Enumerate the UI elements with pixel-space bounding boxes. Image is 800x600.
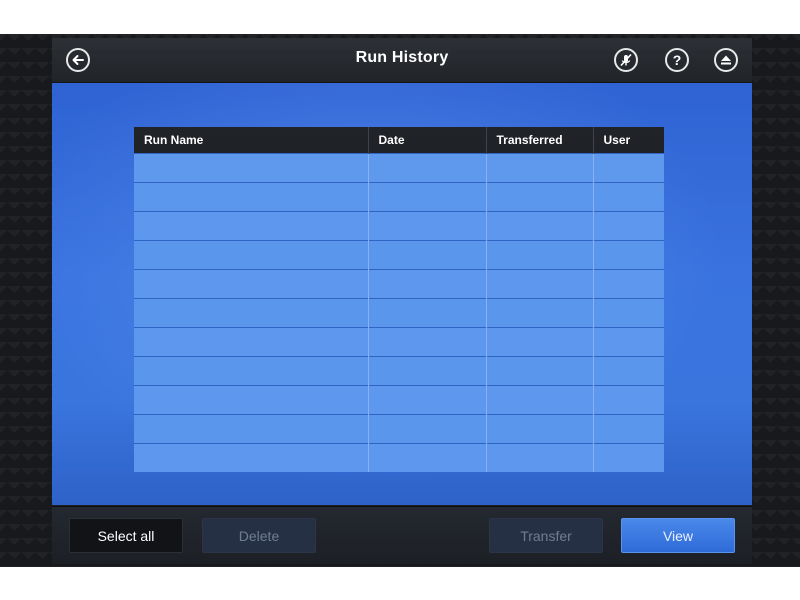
cell-user[interactable] <box>593 414 664 444</box>
cell-run-name[interactable] <box>134 443 369 472</box>
cell-transferred[interactable] <box>486 443 594 472</box>
view-button[interactable]: View <box>621 518 735 553</box>
cell-user[interactable] <box>593 327 664 357</box>
cell-user[interactable] <box>593 269 664 299</box>
table-row[interactable] <box>134 327 664 357</box>
mute-button[interactable] <box>614 48 638 72</box>
cell-transferred[interactable] <box>486 269 594 299</box>
eject-icon <box>721 55 731 65</box>
cell-transferred[interactable] <box>486 414 594 444</box>
cell-user[interactable] <box>593 443 664 472</box>
cell-user[interactable] <box>593 298 664 328</box>
cell-user[interactable] <box>593 240 664 270</box>
cell-run-name[interactable] <box>134 414 369 444</box>
help-button[interactable]: ? <box>665 48 689 72</box>
cell-run-name[interactable] <box>134 356 369 386</box>
column-header-run-name[interactable]: Run Name <box>134 127 369 154</box>
cell-transferred[interactable] <box>486 153 594 183</box>
eject-button[interactable] <box>714 48 738 72</box>
table-row[interactable] <box>134 356 664 386</box>
column-header-user[interactable]: User <box>593 127 664 154</box>
cell-run-name[interactable] <box>134 385 369 415</box>
delete-button[interactable]: Delete <box>202 518 316 553</box>
table-row[interactable] <box>134 298 664 328</box>
transfer-button[interactable]: Transfer <box>489 518 603 553</box>
cell-run-name[interactable] <box>134 240 369 270</box>
cell-run-name[interactable] <box>134 182 369 212</box>
cell-date[interactable] <box>368 327 487 357</box>
table-row[interactable] <box>134 414 664 444</box>
cell-date[interactable] <box>368 153 487 183</box>
cell-user[interactable] <box>593 356 664 386</box>
cell-user[interactable] <box>593 211 664 241</box>
help-icon: ? <box>672 52 682 68</box>
column-header-date[interactable]: Date <box>368 127 487 154</box>
content-area: Run Name Date Transferred User <box>52 83 752 505</box>
cell-transferred[interactable] <box>486 327 594 357</box>
cell-transferred[interactable] <box>486 356 594 386</box>
device-screen: Run History ? Run Name Date Transferred … <box>52 38 752 564</box>
cell-run-name[interactable] <box>134 298 369 328</box>
column-header-transferred[interactable]: Transferred <box>486 127 594 154</box>
cell-user[interactable] <box>593 385 664 415</box>
cell-transferred[interactable] <box>486 240 594 270</box>
table-header-row: Run Name Date Transferred User <box>134 127 664 154</box>
cell-date[interactable] <box>368 414 487 444</box>
cell-date[interactable] <box>368 211 487 241</box>
title-bar: Run History ? <box>52 38 752 83</box>
action-bar: Select all Delete Transfer View <box>52 506 752 564</box>
run-history-table: Run Name Date Transferred User <box>134 127 664 479</box>
table-row[interactable] <box>134 211 664 241</box>
table-row[interactable] <box>134 182 664 212</box>
photo-frame: Run History ? Run Name Date Transferred … <box>0 0 800 600</box>
cell-date[interactable] <box>368 240 487 270</box>
cell-date[interactable] <box>368 182 487 212</box>
cell-transferred[interactable] <box>486 385 594 415</box>
microphone-muted-icon <box>620 53 632 67</box>
table-row[interactable] <box>134 240 664 270</box>
cell-date[interactable] <box>368 356 487 386</box>
cell-transferred[interactable] <box>486 182 594 212</box>
select-all-button[interactable]: Select all <box>69 518 183 553</box>
cell-run-name[interactable] <box>134 211 369 241</box>
table-row[interactable] <box>134 443 664 472</box>
cell-date[interactable] <box>368 385 487 415</box>
cell-date[interactable] <box>368 443 487 472</box>
cell-user[interactable] <box>593 182 664 212</box>
cell-transferred[interactable] <box>486 211 594 241</box>
cell-date[interactable] <box>368 269 487 299</box>
page-title: Run History <box>355 49 449 66</box>
cell-user[interactable] <box>593 153 664 183</box>
cell-transferred[interactable] <box>486 298 594 328</box>
cell-run-name[interactable] <box>134 153 369 183</box>
table-row[interactable] <box>134 153 664 183</box>
table-row[interactable] <box>134 269 664 299</box>
table-row[interactable] <box>134 385 664 415</box>
cell-run-name[interactable] <box>134 327 369 357</box>
cell-run-name[interactable] <box>134 269 369 299</box>
cell-date[interactable] <box>368 298 487 328</box>
